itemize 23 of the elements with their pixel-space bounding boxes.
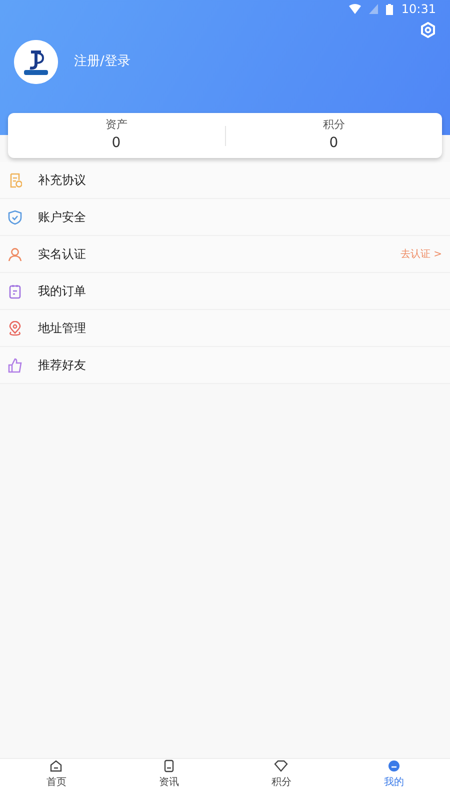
stat-value: 0 [329,134,338,154]
status-time: 10:31 [401,1,436,18]
menu-label: 实名认证 [38,246,87,263]
no-signal-icon [369,4,378,14]
avatar-logo[interactable] [14,40,58,84]
tab-item[interactable]: 资讯 [112,759,225,800]
settings-icon[interactable] [420,22,436,38]
stat-label: 积分 [322,116,345,133]
battery-icon [386,4,394,14]
stat-value: 0 [112,134,121,154]
document-icon [162,759,176,773]
diamond-icon [274,759,288,773]
menu-label: 我的订单 [38,283,87,300]
menu-label: 账户安全 [38,209,87,226]
stat-label: 资产 [105,116,128,133]
menu-label: 地址管理 [38,320,87,337]
menu-label: 补充协议 [38,172,87,189]
wifi-icon [349,4,362,14]
home-icon [49,759,64,773]
tab-item[interactable]: 首页 [0,759,112,800]
tab-item[interactable]: 积分 [225,759,338,800]
tab-item[interactable]: 我的 [338,759,450,800]
menu-label: 推荐好友 [38,357,87,374]
